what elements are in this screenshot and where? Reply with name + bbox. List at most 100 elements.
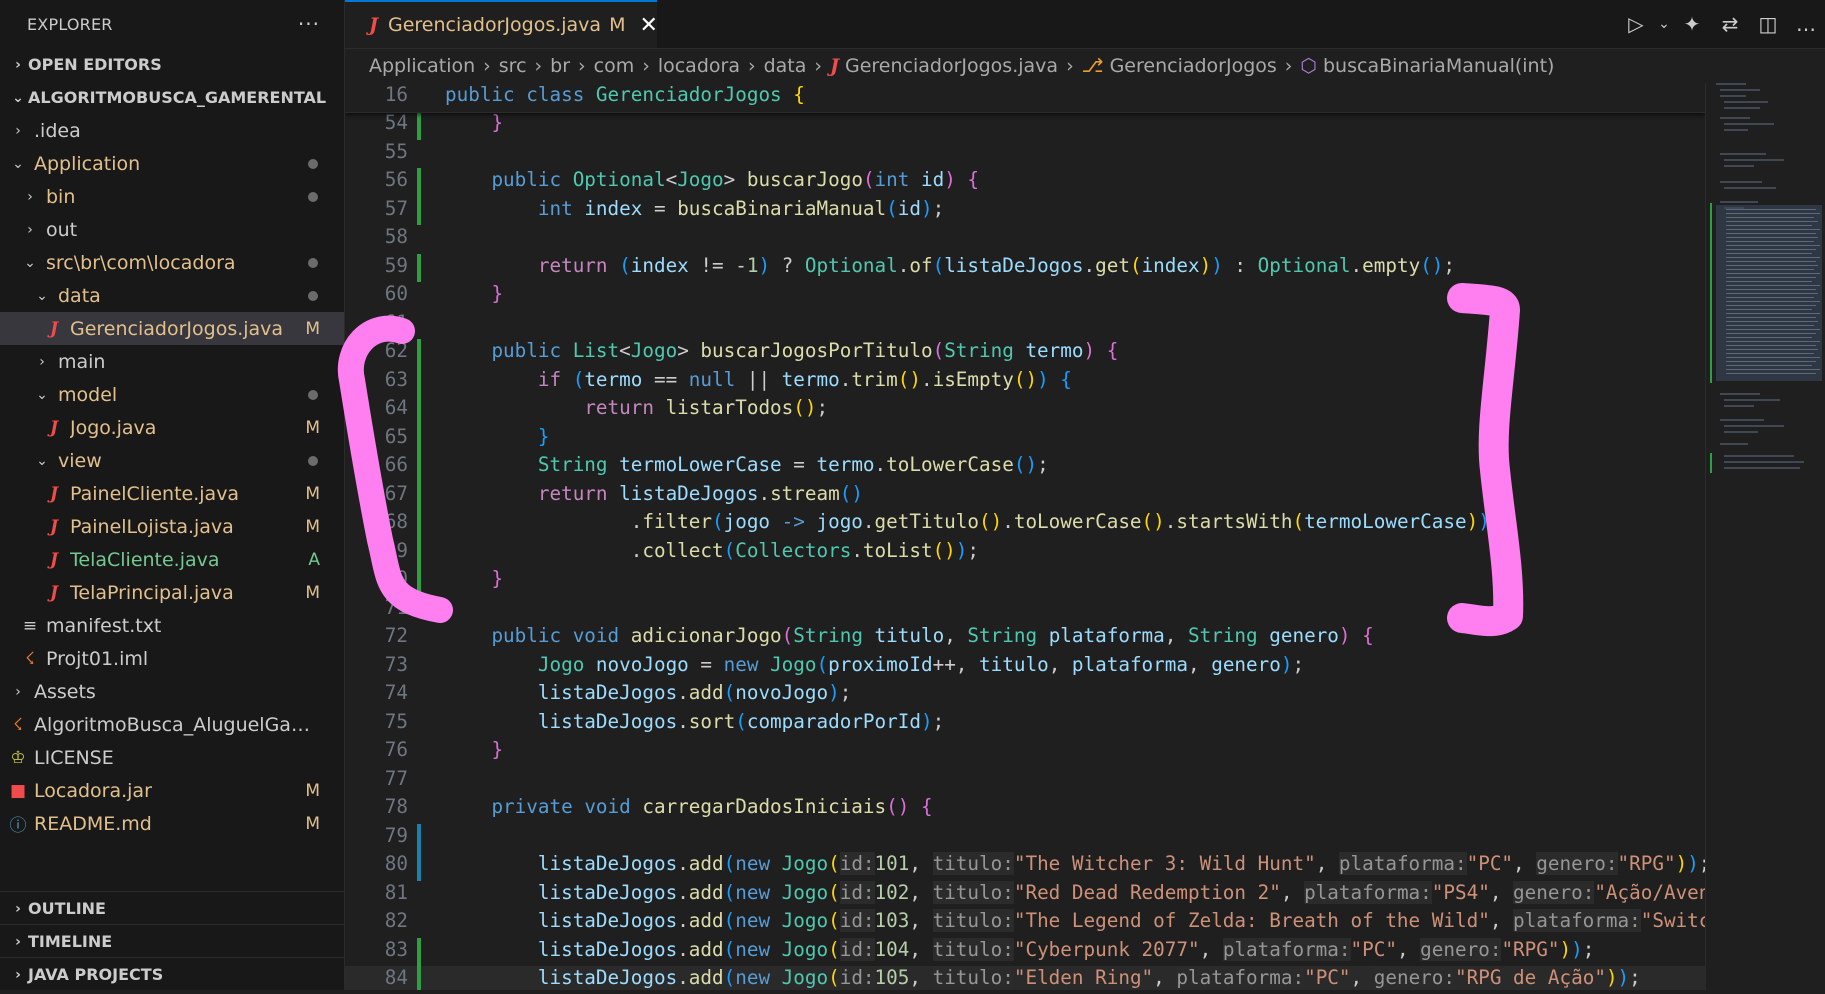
code-editor[interactable]: 16 public class GerenciadorJogos {54 } 55 5… (345, 83, 1705, 990)
breadcrumb-item[interactable]: GerenciadorJogos.java (845, 55, 1058, 77)
code-line[interactable]: 79 (345, 823, 1705, 852)
tree-item-src-br-com-locadora[interactable]: ⌄ src\br\com\locadora (0, 246, 344, 279)
tree-item-idea[interactable]: › .idea (0, 114, 344, 147)
run-icon[interactable]: ▷ (1617, 12, 1655, 36)
outline-section[interactable]: › OUTLINE (0, 891, 344, 925)
code-line[interactable]: 67 return listaDeJogos.stream() (345, 481, 1705, 510)
code-line[interactable]: 83 listaDeJogos.add(new Jogo(id:104, tit… (345, 937, 1705, 966)
more-actions-icon[interactable]: ··· (298, 12, 320, 36)
code-line[interactable]: 54 } (345, 111, 1705, 140)
tab-gerenciadorjogos[interactable]: J GerenciadorJogos.java M ✕ (345, 0, 658, 48)
sparkle-icon[interactable]: ✦ (1673, 12, 1711, 36)
tree-item-painellojista-java[interactable]: J PainelLojista.java M (0, 510, 344, 543)
tree-item-gerenciadorjogos-java[interactable]: J GerenciadorJogos.java M (0, 312, 344, 345)
code-line[interactable]: 73 Jogo novoJogo = new Jogo(proximoId++,… (345, 653, 1705, 682)
tree-item-label: bin (46, 185, 76, 208)
code-line[interactable]: 60 } (345, 282, 1705, 311)
breadcrumb-item[interactable]: locadora (658, 55, 740, 77)
code-token: { (1106, 339, 1119, 362)
changes-dot (308, 158, 318, 169)
code-line[interactable]: 58 (345, 225, 1705, 254)
code-line[interactable]: 69 .collect(Collectors.toList()); (345, 538, 1705, 567)
tree-item-assets[interactable]: › Assets (0, 675, 344, 708)
breadcrumb-item[interactable]: data (764, 55, 807, 77)
code-line[interactable]: 66 String termoLowerCase = termo.toLower… (345, 453, 1705, 482)
tree-item-application[interactable]: ⌄ Application (0, 147, 344, 180)
code-line[interactable]: 78 private void carregarDadosIniciais() … (345, 795, 1705, 824)
code-line[interactable]: 59 return (index != -1) ? Optional.of(li… (345, 253, 1705, 282)
code-line[interactable]: 57 int index = buscaBinariaManual(id); (345, 196, 1705, 225)
code-line[interactable]: 68 .filter(jogo -> jogo.getTitulo().toLo… (345, 510, 1705, 539)
code-line[interactable]: 76 } (345, 738, 1705, 767)
minimap[interactable] (1705, 83, 1825, 990)
tree-item-projt01-iml[interactable]: ☇ Projt01.iml (0, 642, 344, 675)
code-line[interactable]: 77 (345, 767, 1705, 796)
code-line[interactable]: 62 public List<Jogo> buscarJogosPorTitul… (345, 339, 1705, 368)
tree-item-telaprincipal-java[interactable]: J TelaPrincipal.java M (0, 576, 344, 609)
code-token: . (1002, 510, 1014, 533)
tree-item-readme-md[interactable]: ⓘ README.md M (0, 807, 344, 840)
code-line[interactable]: 82 listaDeJogos.add(new Jogo(id:103, tit… (345, 909, 1705, 938)
tree-item-jogo-java[interactable]: J Jogo.java M (0, 411, 344, 444)
close-icon[interactable]: ✕ (639, 13, 657, 38)
breadcrumb-item[interactable]: br (550, 55, 570, 77)
tree-item-painelcliente-java[interactable]: J PainelCliente.java M (0, 477, 344, 510)
code-line[interactable]: 61 (345, 311, 1705, 340)
open-editors-label: OPEN EDITORS (28, 55, 162, 74)
code-token: "The Legend of Zelda: Breath of the Wild… (1013, 909, 1490, 932)
java-file-icon: J (49, 483, 59, 504)
code-line[interactable]: 84 listaDeJogos.add(new Jogo(id:105, tit… (345, 966, 1705, 990)
code-line[interactable]: 63 if (termo == null || termo.trim().isE… (345, 367, 1705, 396)
timeline-section[interactable]: › TIMELINE (0, 924, 344, 958)
breadcrumb-item[interactable]: Application (369, 55, 475, 77)
tree-item-main[interactable]: › main (0, 345, 344, 378)
code-line[interactable]: 16 public class GerenciadorJogos { (345, 83, 1705, 113)
split-editor-icon[interactable]: ◫ (1749, 12, 1787, 36)
tree-item-manifest-txt[interactable]: ≡ manifest.txt (0, 609, 344, 642)
breadcrumb-item[interactable]: buscaBinariaManual(int) (1323, 55, 1554, 77)
code-line[interactable]: 74 listaDeJogos.add(novoJogo); (345, 681, 1705, 710)
code-text: public void adicionarJogo(String titulo,… (445, 624, 1373, 647)
code-token: , (1350, 966, 1374, 989)
breadcrumb-item[interactable]: GerenciadorJogos (1110, 55, 1277, 77)
more-actions-icon[interactable]: … (1787, 12, 1825, 36)
tree-item-locadora-jar[interactable]: ■ Locadora.jar M (0, 774, 344, 807)
code-token: termo (816, 453, 875, 476)
code-line[interactable]: 71 (345, 596, 1705, 625)
tree-item-data[interactable]: ⌄ data (0, 279, 344, 312)
tree-item-license[interactable]: ♔ LICENSE (0, 741, 344, 774)
code-token: ( (723, 880, 736, 904)
tree-item-bin[interactable]: › bin (0, 180, 344, 213)
breadcrumb-item[interactable]: com (594, 55, 635, 77)
code-line[interactable]: 64 return listarTodos(); (345, 396, 1705, 425)
code-token: id: (839, 966, 875, 989)
tree-item-model[interactable]: ⌄ model (0, 378, 344, 411)
code-line[interactable]: 55 (345, 140, 1705, 169)
git-change-marker (417, 196, 421, 225)
java-projects-section[interactable]: › JAVA PROJECTS (0, 957, 344, 990)
chevron-down-icon[interactable]: ⌄ (1655, 16, 1673, 32)
code-line[interactable]: 80 listaDeJogos.add(new Jogo(id:101, tit… (345, 852, 1705, 881)
code-line[interactable]: 56 public Optional<Jogo> buscarJogo(int … (345, 168, 1705, 197)
code-line[interactable]: 70 } (345, 567, 1705, 596)
code-line[interactable]: 65 } (345, 424, 1705, 453)
code-line[interactable]: 81 listaDeJogos.add(new Jogo(id:102, tit… (345, 880, 1705, 910)
code-token: titulo: (932, 909, 1014, 932)
chevron-down-icon: ⌄ (36, 386, 48, 403)
code-line[interactable]: 72 public void adicionarJogo(String titu… (345, 624, 1705, 653)
code-token: String (944, 339, 1026, 362)
code-token: id (920, 168, 945, 191)
line-number: 65 (384, 424, 408, 448)
tree-item-out[interactable]: › out (0, 213, 344, 246)
breadcrumb-item[interactable]: src (499, 55, 527, 77)
tree-item-algoritmobusca-aluguelgames-i[interactable]: ☇ AlgoritmoBusca_AluguelGames.i... (0, 708, 344, 741)
tree-item-view[interactable]: ⌄ view (0, 444, 344, 477)
compare-changes-icon[interactable]: ⇄ (1711, 12, 1749, 36)
code-line[interactable]: 75 listaDeJogos.sort(comparadorPorId); (345, 710, 1705, 739)
open-editors-section[interactable]: › OPEN EDITORS (0, 48, 344, 81)
tree-item-telacliente-java[interactable]: J TelaCliente.java A (0, 543, 344, 576)
project-section[interactable]: ⌄ ALGORITMOBUSCA_GAMERENTAL (0, 81, 344, 114)
